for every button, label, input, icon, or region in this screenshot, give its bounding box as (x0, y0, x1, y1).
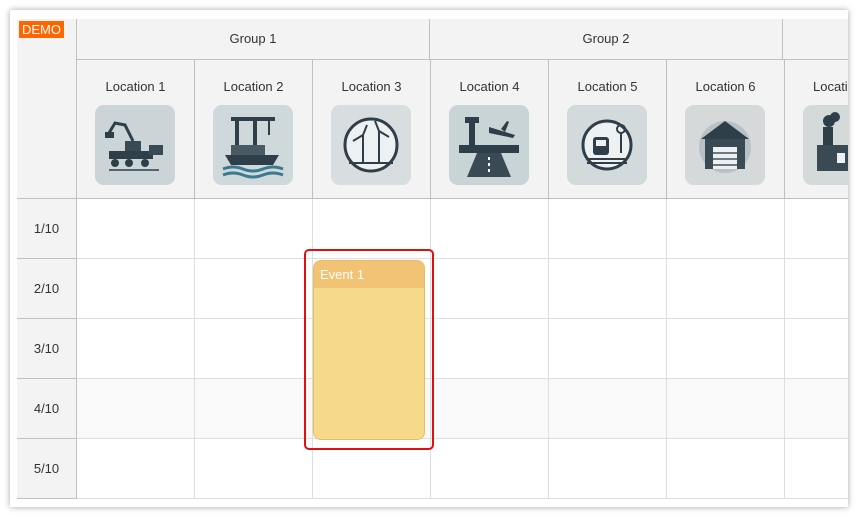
warehouse-icon (685, 105, 765, 185)
row-header: 2/10 (17, 259, 77, 319)
grid-cell[interactable] (431, 319, 549, 379)
row-header: 5/10 (17, 439, 77, 499)
location-header-4[interactable]: Location 4 (431, 60, 549, 199)
location-name: Location 2 (223, 79, 284, 94)
location-header-5[interactable]: Location 5 (549, 60, 667, 199)
airport-icon (449, 105, 529, 185)
location-name: Location 3 (341, 79, 402, 94)
group-header-2: Group 2 (430, 19, 783, 60)
grid-cell[interactable] (549, 259, 667, 319)
demo-badge: DEMO (19, 21, 64, 38)
grid-cell[interactable] (195, 379, 313, 439)
grid-cell[interactable] (77, 439, 195, 499)
location-header-2[interactable]: Location 2 (195, 60, 313, 199)
grid-cell[interactable] (431, 259, 549, 319)
grid-cell[interactable] (77, 199, 195, 259)
wind-turbines-icon (331, 105, 411, 185)
location-name: Location 6 (695, 79, 756, 94)
harbor-crane-icon (213, 105, 293, 185)
location-header-1[interactable]: Location 1 (77, 60, 195, 199)
train-station-icon (567, 105, 647, 185)
location-name: Locati (813, 79, 848, 94)
group-header-3 (783, 19, 848, 60)
grid-cell[interactable] (195, 199, 313, 259)
grid-cell[interactable] (77, 319, 195, 379)
grid-cell[interactable] (313, 439, 431, 499)
grid-cell[interactable] (77, 259, 195, 319)
excavator-icon (95, 105, 175, 185)
grid-cell[interactable] (431, 439, 549, 499)
group-header-1: Group 1 (77, 19, 430, 60)
grid-cell[interactable] (667, 379, 785, 439)
location-header-3[interactable]: Location 3 (313, 60, 431, 199)
grid-cell[interactable] (549, 439, 667, 499)
grid-cell[interactable] (195, 259, 313, 319)
location-name: Location 5 (577, 79, 638, 94)
grid-cell[interactable] (785, 199, 848, 259)
grid-cell[interactable] (667, 199, 785, 259)
corner-header: DEMO (17, 19, 77, 199)
grid-cell[interactable] (549, 379, 667, 439)
grid-cell[interactable] (549, 319, 667, 379)
location-header-7[interactable]: Locati (785, 60, 848, 199)
location-header-6[interactable]: Location 6 (667, 60, 785, 199)
grid-cell[interactable] (77, 379, 195, 439)
grid-cell[interactable] (785, 259, 848, 319)
location-name: Location 4 (459, 79, 520, 94)
factory-icon (803, 105, 848, 185)
grid-cell[interactable] (785, 379, 848, 439)
scheduler: DEMO Group 1 Group 2 Location 1 Location… (17, 19, 848, 507)
location-name: Location 1 (105, 79, 166, 94)
grid-cell[interactable] (431, 379, 549, 439)
grid-cell[interactable] (431, 199, 549, 259)
row-header: 1/10 (17, 199, 77, 259)
row-header: 4/10 (17, 379, 77, 439)
grid-cell[interactable] (785, 439, 848, 499)
event-box[interactable]: Event 1 (313, 260, 425, 440)
grid-cell[interactable] (667, 319, 785, 379)
event-label: Event 1 (314, 261, 424, 288)
scheduler-window: DEMO Group 1 Group 2 Location 1 Location… (10, 10, 848, 507)
grid-cell[interactable] (667, 439, 785, 499)
grid-cell[interactable] (785, 319, 848, 379)
row-header: 3/10 (17, 319, 77, 379)
grid-cell[interactable] (195, 319, 313, 379)
grid-cell[interactable] (667, 259, 785, 319)
grid-cell[interactable] (549, 199, 667, 259)
grid-cell[interactable] (313, 199, 431, 259)
grid-cell[interactable] (195, 439, 313, 499)
